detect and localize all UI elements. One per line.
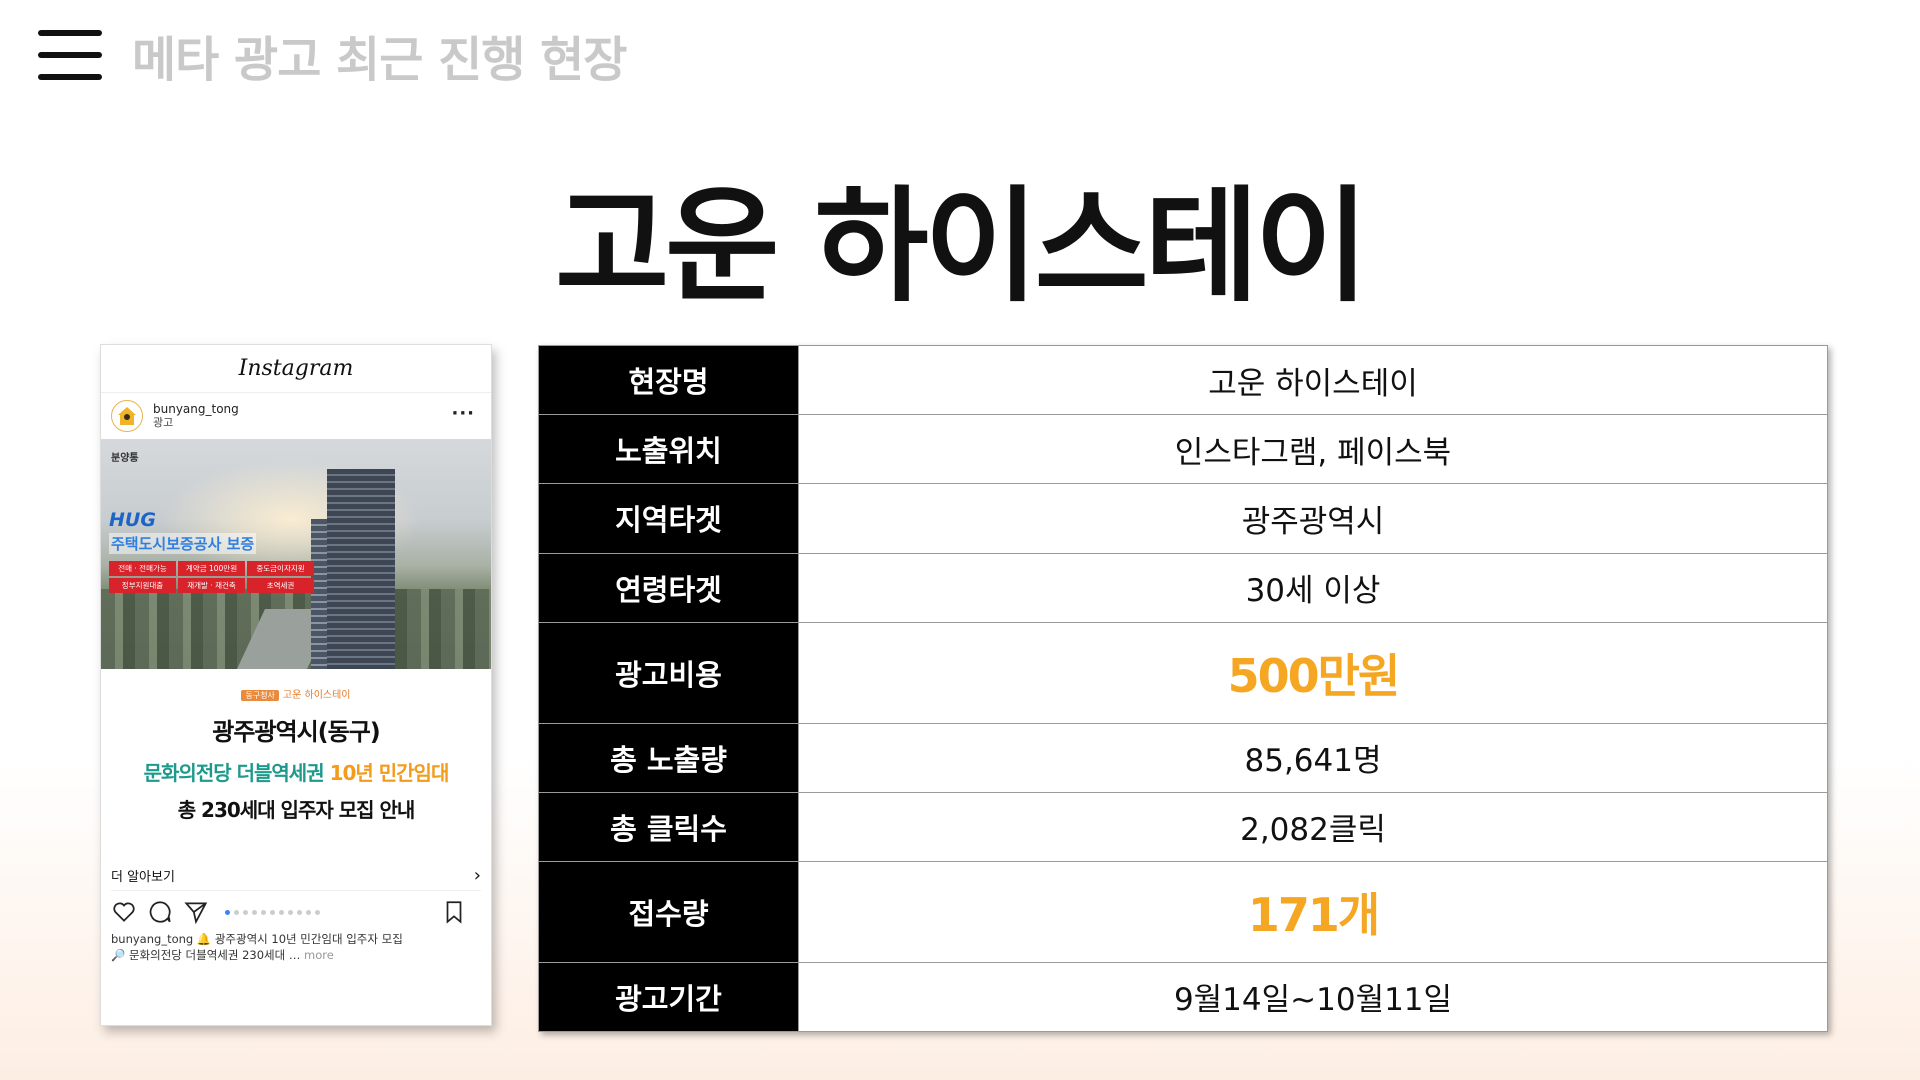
page-title: 고운 하이스테이 <box>555 175 1369 319</box>
feature-tag: 정부지원대출 <box>109 578 176 593</box>
section-title: 메타 광고 최근 진행 현장 <box>132 32 627 88</box>
feature-tag: 재개발 · 재건축 <box>178 578 245 593</box>
carousel-dots <box>225 909 320 915</box>
info-table-body: 현장명 고운 하이스테이 노출위치 인스타그램, 페이스북 지역타겟 광주광역시 연령타겟 3… <box>538 344 1828 1033</box>
info-row: 광고비용 500만원 <box>538 621 1828 724</box>
username[interactable]: bunyang_tong <box>153 402 239 416</box>
info-row-label: 현장명 <box>538 344 799 416</box>
info-row-value: 광주광역시 <box>798 483 1828 554</box>
info-row-value: 171개 <box>798 860 1828 963</box>
send-icon[interactable] <box>183 899 209 925</box>
post-caption: bunyang_tong 🔔 광주광역시 10년 민간임대 입주자 모집 🔎 문… <box>101 925 491 969</box>
campaign-info-table: 현장명 고운 하이스테이 노출위치 인스타그램, 페이스북 지역타겟 광주광역시 연령타겟 3… <box>538 344 1828 1033</box>
card-highlight-orange: 10년 민간임대 <box>329 761 450 785</box>
brand-logo: 분양통 <box>111 453 139 464</box>
feature-tag: 초역세권 <box>247 578 314 593</box>
ad-image[interactable]: 분양통 HUG 주택도시보증공사 보증 전매 · 전매가능 계약금 100만원 … <box>101 439 491 669</box>
house-icon <box>118 407 136 425</box>
feature-tags: 전매 · 전매가능 계약금 100만원 중도금이자지원 정부지원대출 재개발 ·… <box>109 561 314 593</box>
building-tower <box>327 469 395 669</box>
info-row-value: 500만원 <box>798 621 1828 724</box>
info-row-value: 30세 이상 <box>798 552 1828 623</box>
info-row: 총 클릭수 2,082클릭 <box>538 791 1828 862</box>
card-highlight: 문화의전당 더블역세권 10년 민간임대 <box>101 757 491 786</box>
top-bar: 메타 광고 최근 진행 현장 <box>38 26 627 88</box>
info-row-label: 연령타겟 <box>538 552 799 623</box>
project-tag: 동구청사 고운 하이스테이 <box>241 686 351 701</box>
chevron-right-icon[interactable]: › <box>474 865 481 886</box>
carousel-dot <box>306 909 311 915</box>
post-user[interactable]: bunyang_tong 광고 <box>153 402 239 430</box>
info-row: 접수량 171개 <box>538 860 1828 963</box>
info-row-label: 총 노출량 <box>538 722 799 793</box>
post-header: bunyang_tong 광고 ··· <box>101 393 491 439</box>
info-row-value: 9월14일~10월11일 <box>798 961 1828 1033</box>
info-row-value: 고운 하이스테이 <box>798 344 1828 416</box>
info-row-label: 총 클릭수 <box>538 791 799 862</box>
info-row-value: 85,641명 <box>798 722 1828 793</box>
info-row: 노출위치 인스타그램, 페이스북 <box>538 414 1828 485</box>
bookmark-icon[interactable] <box>441 899 467 925</box>
post-actions <box>101 891 491 925</box>
feature-tag: 중도금이자지원 <box>247 561 314 576</box>
card-location: 광주광역시(동구) <box>212 718 381 746</box>
carousel-dot <box>315 909 320 915</box>
instagram-logo: Instagram <box>101 345 491 393</box>
info-row: 총 노출량 85,641명 <box>538 722 1828 793</box>
sponsored-label: 광고 <box>153 416 174 429</box>
info-row-label: 광고기간 <box>538 961 799 1033</box>
feature-tag: 계약금 100만원 <box>178 561 245 576</box>
carousel-dot <box>243 909 248 915</box>
project-tag-text: 고운 하이스테이 <box>282 690 351 701</box>
hug-logo: HUG <box>109 509 156 531</box>
avatar[interactable] <box>111 400 143 432</box>
caption-user[interactable]: bunyang_tong <box>111 932 193 946</box>
info-row-value: 2,082클릭 <box>798 791 1828 862</box>
instagram-post-mockup: Instagram bunyang_tong 광고 ··· 분양통 HUG 주택… <box>100 344 492 1026</box>
info-row: 광고기간 9월14일~10월11일 <box>538 961 1828 1033</box>
card-notice: 총 230세대 입주자 모집 안내 <box>177 798 416 822</box>
hamburger-menu-icon[interactable] <box>38 30 102 80</box>
hug-title: 주택도시보증공사 보증 <box>109 533 257 554</box>
carousel-dot <box>234 909 239 915</box>
learn-more-link[interactable]: 더 알아보기 › <box>111 861 481 891</box>
comment-icon[interactable] <box>147 899 173 925</box>
learn-more-label[interactable]: 더 알아보기 <box>111 866 175 885</box>
info-row: 지역타겟 광주광역시 <box>538 483 1828 554</box>
info-row-label: 노출위치 <box>538 414 799 485</box>
carousel-dot <box>261 909 266 915</box>
info-row-label: 광고비용 <box>538 621 799 724</box>
carousel-dot <box>279 909 284 915</box>
info-row-label: 지역타겟 <box>538 483 799 554</box>
ad-card-text: 동구청사 고운 하이스테이 광주광역시(동구) 문화의전당 더블역세권 10년 민… <box>101 669 491 823</box>
carousel-dot <box>297 909 302 915</box>
project-tag-label: 동구청사 <box>241 690 279 701</box>
caption-line: 🔔 광주광역시 10년 민간임대 입주자 모집 <box>196 932 403 946</box>
feature-tag: 전매 · 전매가능 <box>109 561 176 576</box>
carousel-dot <box>270 909 275 915</box>
caption-more-link[interactable]: more <box>304 948 334 962</box>
info-row-value: 인스타그램, 페이스북 <box>798 414 1828 485</box>
heart-icon[interactable] <box>111 899 137 925</box>
carousel-dot <box>252 909 257 915</box>
info-row: 현장명 고운 하이스테이 <box>538 344 1828 416</box>
carousel-dot <box>225 909 230 915</box>
more-options-icon[interactable]: ··· <box>451 403 475 424</box>
carousel-dot <box>288 909 293 915</box>
info-row: 연령타겟 30세 이상 <box>538 552 1828 623</box>
info-row-label: 접수량 <box>538 860 799 963</box>
card-highlight-green: 문화의전당 더블역세권 <box>143 761 325 785</box>
caption-line: 🔎 문화의전당 더블역세권 230세대 … <box>111 948 301 962</box>
